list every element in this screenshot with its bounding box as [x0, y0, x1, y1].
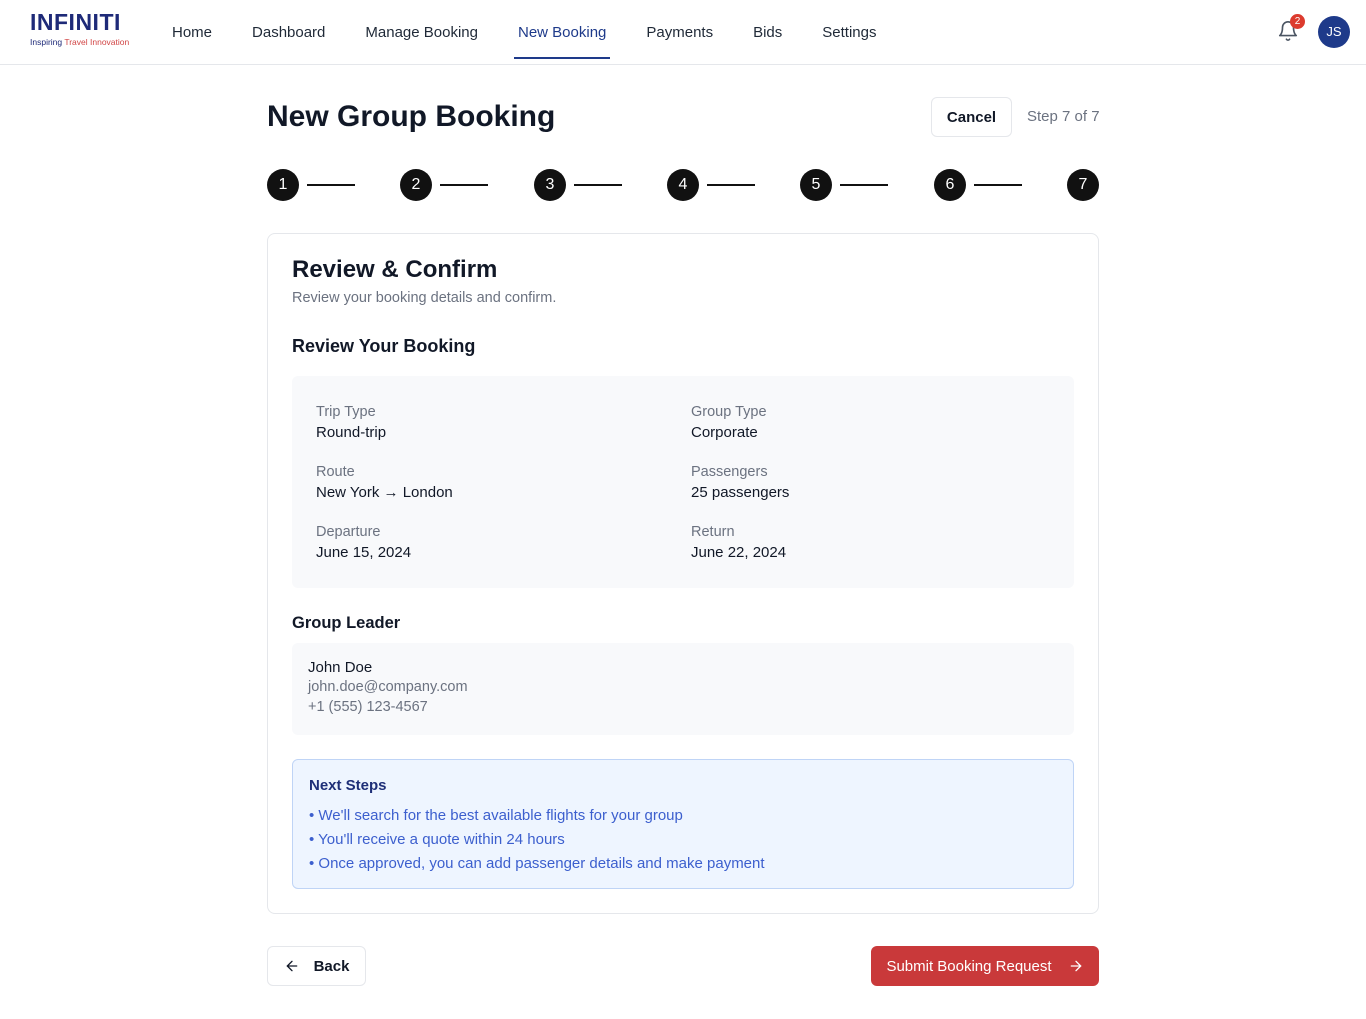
card-subtitle: Review your booking details and confirm. — [292, 290, 557, 306]
next-steps-title: Next Steps — [309, 777, 387, 794]
arrow-left-icon — [284, 958, 300, 974]
nav-item-payments[interactable]: Payments — [626, 0, 733, 64]
field-passengers: Passengers 25 passengers — [691, 462, 789, 503]
nav-item-settings[interactable]: Settings — [802, 0, 896, 64]
field-label: Trip Type — [316, 404, 376, 420]
step-connector — [440, 184, 488, 186]
field-trip-type: Trip Type Round-trip — [316, 402, 386, 443]
next-steps-panel: Next Steps • We'll search for the best a… — [292, 759, 1074, 889]
step-6: 6 — [934, 169, 966, 201]
submit-booking-request-button[interactable]: Submit Booking Request — [871, 946, 1099, 986]
field-return: Return June 22, 2024 — [691, 522, 786, 563]
field-value: Round-trip — [316, 424, 387, 441]
field-value: Corporate — [691, 424, 758, 441]
field-label: Group Type — [691, 404, 767, 420]
brand-logo[interactable]: INFINITI Inspiring Travel Innovation — [30, 10, 140, 54]
back-button[interactable]: Back — [267, 946, 366, 986]
leader-name: John Doe — [308, 659, 373, 676]
field-label: Route — [316, 464, 355, 480]
card-title: Review & Confirm — [292, 256, 498, 283]
field-value: June 15, 2024 — [316, 544, 412, 561]
nav-item-new-booking[interactable]: New Booking — [498, 0, 626, 64]
next-step-item: • You'll receive a quote within 24 hours — [309, 831, 565, 848]
field-route: Route New York → London — [316, 462, 453, 503]
submit-button-label: Submit Booking Request — [886, 957, 1052, 975]
progress-stepper: 1 2 3 4 5 6 7 — [267, 169, 1099, 201]
leader-email: john.doe@company.com — [308, 679, 468, 695]
step-connector — [574, 184, 622, 186]
step-connector — [707, 184, 755, 186]
step-indicator-text: Step 7 of 7 — [1027, 108, 1100, 125]
field-departure: Departure June 15, 2024 — [316, 522, 411, 563]
booking-summary: Trip Type Round-trip Group Type Corporat… — [292, 376, 1074, 588]
step-connector — [307, 184, 355, 186]
step-4: 4 — [667, 169, 699, 201]
cancel-button[interactable]: Cancel — [931, 97, 1012, 137]
notification-badge: 2 — [1290, 14, 1305, 29]
step-3: 3 — [534, 169, 566, 201]
page-title: New Group Booking — [267, 100, 556, 133]
next-step-item: • Once approved, you can add passenger d… — [309, 855, 765, 872]
step-1: 1 — [267, 169, 299, 201]
step-connector — [974, 184, 1022, 186]
brand-tagline-prefix: Inspiring — [30, 37, 65, 47]
field-label: Passengers — [691, 464, 768, 480]
group-leader-title: Group Leader — [292, 614, 401, 632]
group-leader-details: John Doe john.doe@company.com +1 (555) 1… — [292, 643, 1074, 735]
nav-item-dashboard[interactable]: Dashboard — [232, 0, 345, 64]
back-button-label: Back — [313, 957, 350, 975]
field-label: Departure — [316, 524, 381, 540]
field-label: Return — [691, 524, 735, 540]
field-value: New York → London — [316, 484, 453, 501]
top-navigation-bar: INFINITI Inspiring Travel Innovation Hom… — [0, 0, 1366, 65]
review-section-title: Review Your Booking — [292, 336, 476, 356]
nav-item-bids[interactable]: Bids — [733, 0, 802, 64]
arrow-right-icon — [1068, 958, 1084, 974]
field-value: June 22, 2024 — [691, 544, 787, 561]
review-card: Review & Confirm Review your booking det… — [267, 233, 1099, 914]
step-5: 5 — [800, 169, 832, 201]
nav-item-manage-booking[interactable]: Manage Booking — [345, 0, 498, 64]
next-step-item: • We'll search for the best available fl… — [309, 807, 683, 824]
field-group-type: Group Type Corporate — [691, 402, 767, 443]
step-connector — [840, 184, 888, 186]
brand-name: INFINITI — [30, 9, 121, 35]
step-2: 2 — [400, 169, 432, 201]
brand-tagline: Inspiring Travel Innovation — [30, 36, 140, 48]
field-value: 25 passengers — [691, 484, 790, 501]
step-7: 7 — [1067, 169, 1099, 201]
next-steps-list: • We'll search for the best available fl… — [309, 804, 765, 876]
leader-phone: +1 (555) 123-4567 — [308, 699, 428, 715]
main-nav: Home Dashboard Manage Booking New Bookin… — [152, 0, 896, 64]
brand-tagline-accent: Travel Innovation — [64, 37, 130, 47]
nav-item-home[interactable]: Home — [152, 0, 232, 64]
user-avatar[interactable]: JS — [1318, 16, 1350, 48]
